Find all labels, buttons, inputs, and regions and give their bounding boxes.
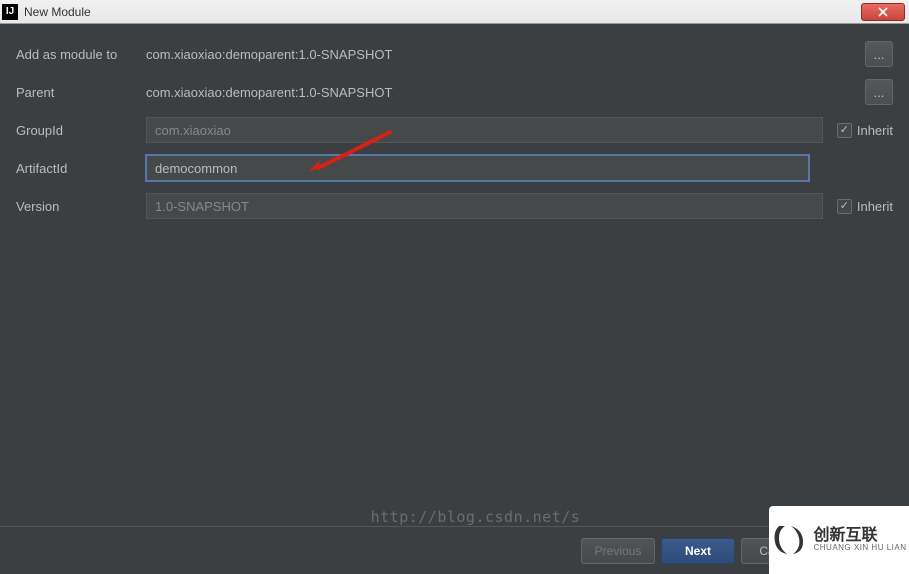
close-icon (878, 7, 888, 17)
app-icon: IJ (2, 4, 18, 20)
browse-parent-button[interactable]: ... (865, 79, 893, 105)
brand-logo-text: 创新互联 (813, 528, 906, 544)
input-artifactid[interactable] (146, 155, 809, 181)
label-groupid: GroupId (16, 123, 146, 138)
checkbox-version-inherit[interactable] (837, 199, 852, 214)
label-add-as-module: Add as module to (16, 47, 146, 62)
browse-add-as-module-button[interactable]: ... (865, 41, 893, 67)
value-parent: com.xiaoxiao:demoparent:1.0-SNAPSHOT (146, 81, 773, 104)
label-parent: Parent (16, 85, 146, 100)
brand-logo-icon (771, 522, 807, 558)
form-content: Add as module to com.xiaoxiao:demoparent… (0, 24, 909, 526)
label-version: Version (16, 199, 146, 214)
brand-logo-overlay: 创新互联 CHUANG XIN HU LIAN (769, 506, 909, 574)
inherit-groupid[interactable]: Inherit (837, 123, 893, 138)
input-version[interactable] (146, 193, 823, 219)
window-title: New Module (24, 5, 861, 19)
previous-button[interactable]: Previous (581, 538, 655, 564)
row-groupid: GroupId Inherit (16, 116, 893, 144)
inherit-version-label: Inherit (857, 199, 893, 214)
value-add-as-module: com.xiaoxiao:demoparent:1.0-SNAPSHOT (146, 43, 773, 66)
titlebar: IJ New Module (0, 0, 909, 24)
brand-logo-sub: CHUANG XIN HU LIAN (813, 544, 906, 552)
row-artifactid: ArtifactId (16, 154, 893, 182)
row-add-as-module: Add as module to com.xiaoxiao:demoparent… (16, 40, 893, 68)
checkbox-groupid-inherit[interactable] (837, 123, 852, 138)
inherit-version[interactable]: Inherit (837, 199, 893, 214)
label-artifactid: ArtifactId (16, 161, 146, 176)
input-groupid[interactable] (146, 117, 823, 143)
row-parent: Parent com.xiaoxiao:demoparent:1.0-SNAPS… (16, 78, 893, 106)
next-button[interactable]: Next (661, 538, 735, 564)
inherit-groupid-label: Inherit (857, 123, 893, 138)
close-button[interactable] (861, 3, 905, 21)
row-version: Version Inherit (16, 192, 893, 220)
